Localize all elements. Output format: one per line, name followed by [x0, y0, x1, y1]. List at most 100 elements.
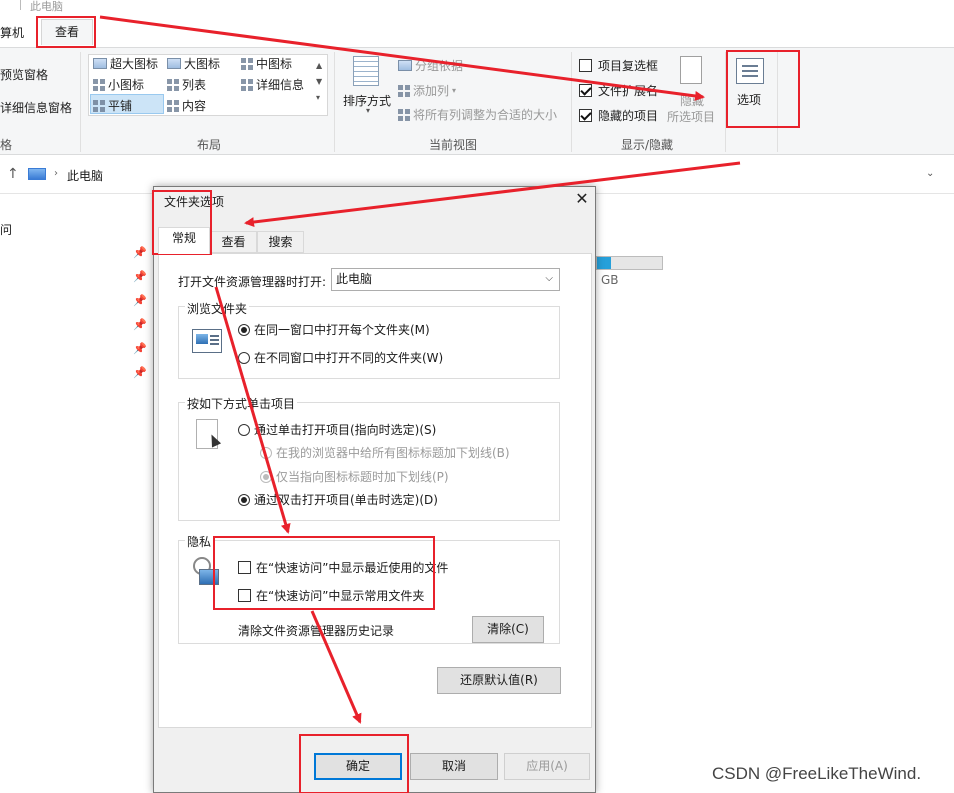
restore-defaults-button[interactable]: 还原默认值(R) [437, 667, 561, 694]
drive-unit: GB [601, 273, 619, 287]
underline-all-radio[interactable] [260, 446, 272, 459]
file-extensions-toggle[interactable]: 文件扩展名 [579, 82, 658, 99]
tiles-icon [93, 99, 105, 112]
add-column-icon [398, 84, 410, 97]
preview-pane-button[interactable]: 预览窗格 [0, 66, 48, 83]
layout-content[interactable]: 内容 [167, 97, 206, 114]
tab-view[interactable]: 查看 [41, 19, 93, 45]
new-window-option[interactable]: 在不同窗口中打开不同的文件夹(W) [238, 349, 443, 366]
details-pane-label: 详细信息窗格 [0, 101, 73, 115]
ribbon-separator [725, 52, 726, 152]
tab-computer[interactable]: 算机 [0, 24, 24, 41]
ok-button[interactable]: 确定 [314, 753, 402, 780]
close-icon[interactable]: ✕ [572, 189, 592, 208]
dialog-title: 文件夹选项 [164, 195, 225, 209]
same-window-radio[interactable] [238, 323, 250, 336]
add-column-button[interactable]: 添加列 ▾ [398, 82, 456, 99]
file-extensions-checkbox[interactable] [579, 84, 592, 97]
open-in-value: 此电脑 [336, 272, 373, 286]
hide-selected-label-2[interactable]: 所选项目 [667, 108, 715, 125]
sort-icon [353, 56, 379, 86]
single-click-radio[interactable] [238, 423, 250, 436]
underline-hover-option[interactable]: 仅当指向图标标题时加下划线(P) [260, 468, 449, 485]
underline-all-option[interactable]: 在我的浏览器中给所有图标标题加下划线(B) [260, 444, 510, 461]
list-icon [167, 78, 179, 91]
ribbon-separator [80, 52, 81, 152]
apply-button[interactable]: 应用(A) [504, 753, 590, 780]
item-checkboxes-toggle[interactable]: 项目复选框 [579, 57, 658, 74]
group-by-icon [398, 60, 412, 71]
cancel-button[interactable]: 取消 [410, 753, 498, 780]
pin-icon[interactable]: 📌 [133, 366, 147, 379]
pin-icon[interactable]: 📌 [133, 318, 147, 331]
tab-search[interactable]: 搜索 [257, 231, 304, 253]
hide-selected-icon [680, 56, 702, 84]
double-click-option[interactable]: 通过双击打开项目(单击时选定)(D) [238, 491, 438, 508]
details-pane-button[interactable]: 详细信息窗格 [0, 99, 72, 116]
general-tab-panel: 打开文件资源管理器时打开: 此电脑 ⌵ 浏览文件夹 在同一窗口中打开每个文件夹(… [158, 253, 592, 728]
fit-columns-button[interactable]: 将所有列调整为合适的大小 [398, 106, 557, 123]
quick-access-item[interactable]: 问 [0, 221, 12, 238]
layout-medium-icons[interactable]: 中图标 [241, 55, 292, 72]
layout-list[interactable]: 列表 [167, 76, 206, 93]
tab-view-options[interactable]: 查看 [210, 231, 257, 253]
same-window-option[interactable]: 在同一窗口中打开每个文件夹(M) [238, 321, 430, 338]
this-pc-icon [28, 168, 46, 180]
layout-small-icons[interactable]: 小图标 [93, 76, 144, 93]
recent-files-checkbox[interactable] [238, 561, 251, 574]
hidden-items-toggle[interactable]: 隐藏的项目 [579, 107, 658, 124]
pin-icon[interactable]: 📌 [133, 270, 147, 283]
title-separator [20, 0, 21, 10]
show-hide-group-label: 显示/隐藏 [621, 138, 674, 152]
double-click-radio[interactable] [238, 493, 250, 506]
layout-group-label: 布局 [197, 138, 222, 152]
drive-usage-fill [597, 257, 611, 269]
clear-history-button[interactable]: 清除(C) [472, 616, 544, 643]
layout-scroll-arrows[interactable]: ▲ ▼ ▾ [316, 58, 322, 106]
frequent-folders-option[interactable]: 在“快速访问”中显示常用文件夹 [238, 587, 424, 604]
options-icon [736, 58, 764, 84]
hidden-items-checkbox[interactable] [579, 109, 592, 122]
watermark: CSDN @FreeLikeTheWind. [712, 764, 922, 783]
small-icons-icon [93, 78, 105, 91]
ribbon: 预览窗格 详细信息窗格 格 超大图标 大图标 中图标 小图标 列表 详细信息 平… [0, 47, 954, 155]
hide-selected-label[interactable]: 隐藏 [680, 92, 704, 109]
ribbon-tabs: 算机 查看 [0, 14, 954, 48]
recent-files-option[interactable]: 在“快速访问”中显示最近使用的文件 [238, 559, 448, 576]
extra-large-icons-icon [93, 58, 107, 69]
pin-icon[interactable]: 📌 [133, 246, 147, 259]
pin-icon[interactable]: 📌 [133, 294, 147, 307]
chevron-down-icon: ⌵ [545, 273, 553, 284]
clear-history-label: 清除文件资源管理器历史记录 [238, 624, 395, 638]
open-in-select[interactable]: 此电脑 ⌵ [331, 268, 560, 291]
ribbon-separator [571, 52, 572, 152]
ribbon-separator [777, 52, 778, 152]
layout-tiles[interactable]: 平铺 [93, 97, 132, 114]
layout-extra-large-icons[interactable]: 超大图标 [93, 55, 158, 72]
content-icon [167, 99, 179, 112]
frequent-folders-checkbox[interactable] [238, 589, 251, 602]
title-bar: 此电脑 [0, 0, 954, 14]
open-in-label: 打开文件资源管理器时打开: [178, 275, 327, 289]
options-button[interactable]: 选项 [737, 91, 761, 108]
privacy-label: 隐私 [185, 533, 214, 550]
underline-hover-radio[interactable] [260, 470, 272, 483]
drive-usage-bar [596, 256, 663, 270]
sort-dropdown-icon: ▾ [366, 106, 371, 115]
breadcrumb-location[interactable]: 此电脑 [67, 167, 103, 184]
preview-pane-label: 预览窗格 [0, 68, 49, 82]
single-click-option[interactable]: 通过单击打开项目(指向时选定)(S) [238, 421, 436, 438]
group-by-button[interactable]: 分组依据 [398, 57, 463, 74]
pin-icon[interactable]: 📌 [133, 342, 147, 355]
up-arrow-icon[interactable]: ↑ [7, 166, 19, 182]
layout-large-icons[interactable]: 大图标 [167, 55, 220, 72]
item-checkboxes-checkbox[interactable] [579, 59, 592, 72]
folder-options-dialog: 文件夹选项 ✕ 打开文件资源管理器时打开: 此电脑 ⌵ 浏览文件夹 在同一窗口中… [153, 186, 596, 793]
new-window-radio[interactable] [238, 351, 250, 364]
layout-details[interactable]: 详细信息 [241, 76, 304, 93]
click-items-label: 按如下方式单击项目 [185, 395, 298, 412]
window-title: 此电脑 [30, 0, 63, 13]
tab-general[interactable]: 常规 [158, 227, 210, 254]
window-icon [192, 329, 222, 353]
address-dropdown-icon[interactable]: ⌄ [926, 168, 934, 179]
